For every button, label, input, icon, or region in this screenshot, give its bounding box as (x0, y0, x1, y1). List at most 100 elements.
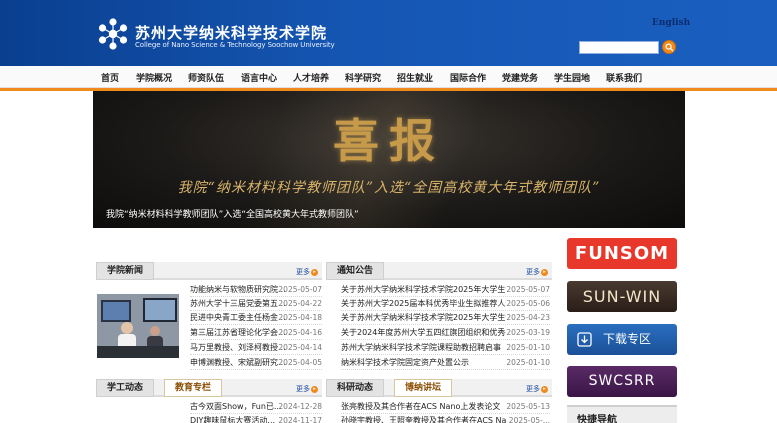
student-work-item-date: 2024-11-17 (278, 416, 322, 423)
news-more-label: 更多 (296, 268, 310, 276)
more-arrow-icon: ▸ (541, 268, 548, 276)
main-nav: 首页 学院概况 师资队伍 语言中心 人才培养 科学研究 招生就业 国际合作 党建… (0, 66, 777, 88)
notice-item[interactable]: 纳米科学技术学院固定资产处置公示 2025-01-10 (341, 356, 550, 370)
site-name-en: College of Nano Science & Technology Soo… (135, 41, 335, 49)
tab-research-news[interactable]: 科研动态 (326, 379, 385, 397)
student-work-item[interactable]: DIY趣味鼠标大赛活动... 2024-11-17 (190, 414, 322, 423)
funsom-link[interactable]: FUNSOM (567, 238, 677, 269)
tab-bona-forum[interactable]: 博纳讲坛 (394, 379, 453, 397)
student-work-item-title: 古今双面Show，Fun已... (190, 402, 282, 411)
download-zone-label: 下载专区 (602, 332, 651, 346)
nav-item-international[interactable]: 国际合作 (450, 71, 486, 84)
nav-item-education[interactable]: 人才培养 (293, 71, 329, 84)
notices-more-link[interactable]: 更多 ▸ (526, 267, 548, 277)
nav-item-faculty[interactable]: 师资队伍 (188, 71, 224, 84)
news-item[interactable]: 第三届江苏省理论化学会... 2025-04-16 (190, 326, 322, 340)
notice-item[interactable]: 关于苏州大学2025届本科优秀毕业生拟推荐人选... 2025-05-06 (341, 297, 550, 311)
news-item-date: 2025-04-16 (278, 328, 322, 337)
notice-item-date: 2025-01-10 (506, 343, 550, 352)
notice-item-date: 2025-04-23 (506, 313, 550, 322)
news-item-date: 2025-04-18 (278, 313, 322, 322)
quick-nav-header: 快捷导航 (567, 405, 677, 423)
news-item-date: 2025-04-22 (278, 299, 322, 308)
sun-win-link[interactable]: SUN-WIN (567, 281, 677, 312)
nav-item-research[interactable]: 科学研究 (345, 71, 381, 84)
research-more-link[interactable]: 更多 ▸ (526, 384, 548, 394)
college-logo-icon[interactable] (96, 17, 130, 51)
notice-item-title: 关于苏州大学2025届本科优秀毕业生拟推荐人选... (341, 299, 506, 308)
notice-item[interactable]: 苏州大学纳米科学技术学院课程助教招聘启事（... 2025-01-10 (341, 341, 550, 355)
notice-item-title: 纳米科学技术学院固定资产处置公示 (341, 358, 469, 367)
research-item[interactable]: 孙晓宇教授、王照奎教授及其合作者在ACS Nano上...2025-05-... (341, 414, 550, 423)
notice-item-title: 关于苏州大学纳米科学技术学院2025年大学生创新训练计... (341, 313, 506, 322)
news-more-link[interactable]: 更多 ▸ (296, 267, 318, 277)
news-item-date: 2025-04-05 (278, 358, 322, 367)
banner-headline: 喜报 (333, 114, 445, 168)
student-work-item-title: DIY趣味鼠标大赛活动... (190, 416, 276, 423)
search-input[interactable] (579, 41, 659, 54)
english-link[interactable]: English (652, 18, 690, 28)
nav-item-language-center[interactable]: 语言中心 (241, 71, 277, 84)
swcsrr-label: SWCSRR (588, 373, 656, 389)
news-section-header: 学院新闻 更多 ▸ (96, 262, 322, 280)
swcsrr-link[interactable]: SWCSRR (567, 366, 677, 397)
notice-item-title: 苏州大学纳米科学技术学院课程助教招聘启事（... (341, 343, 506, 352)
news-item-title: 第三届江苏省理论化学会... (190, 328, 286, 337)
tab-education-column[interactable]: 教育专栏 (164, 379, 223, 397)
news-item[interactable]: 马万里教授、刘泽柯教授... 2025-04-14 (190, 341, 322, 355)
news-item-title: 苏州大学十三届党委第五... (190, 299, 286, 308)
research-item[interactable]: 张亮教授及其合作者在ACS Nano上发表论文 2025-05-13 (341, 400, 550, 414)
notices-section-header: 通知公告 更多 ▸ (326, 262, 552, 280)
notice-item[interactable]: 关于2024年度苏州大学五四红旗团组织和优秀共... 2025-03-19 (341, 326, 550, 340)
more-arrow-icon: ▸ (311, 385, 318, 393)
download-zone-link[interactable]: 下载专区 (567, 324, 677, 355)
notice-item-date: 2025-03-19 (506, 328, 550, 337)
nav-item-home[interactable]: 首页 (101, 71, 119, 84)
notice-item-date: 2025-05-07 (506, 285, 550, 294)
hero-banner[interactable]: 喜报 我院“纳米材料科学教师团队”入选“全国高校黄大年式教师团队” 我院“纳米材… (93, 91, 685, 228)
sun-win-label: SUN-WIN (582, 287, 662, 306)
news-item-title: 马万里教授、刘泽柯教授... (190, 343, 286, 352)
site-header: 苏州大学纳米科学技术学院 College of Nano Science & T… (0, 0, 777, 66)
news-item[interactable]: 申博渊教授、宋斌副研究... 2025-04-05 (190, 356, 322, 370)
news-photo[interactable] (97, 294, 179, 358)
notice-item[interactable]: 关于苏州大学纳米科学技术学院2025年大学生创新训练计...2025-04-23 (341, 311, 550, 325)
research-item-title: 孙晓宇教授、王照奎教授及其合作者在ACS Nano上... (341, 416, 506, 423)
nav-item-party[interactable]: 党建党务 (502, 71, 538, 84)
news-item-title: 功能纳米与软物质研究院... (190, 285, 286, 294)
news-item[interactable]: 苏州大学十三届党委第五... 2025-04-22 (190, 297, 322, 311)
research-item-title: 张亮教授及其合作者在ACS Nano上发表论文 (341, 402, 501, 411)
banner-caption[interactable]: 我院“纳米材料科学教师团队”入选“全国高校黄大年式教师团队” (106, 207, 359, 220)
funsom-label: FUNSOM (574, 243, 670, 264)
notices-more-label: 更多 (526, 268, 540, 276)
notices-tab[interactable]: 通知公告 (326, 262, 385, 280)
student-work-item[interactable]: 古今双面Show，Fun已... 2024-12-28 (190, 400, 322, 414)
search-button[interactable] (662, 40, 676, 54)
nav-item-overview[interactable]: 学院概况 (136, 71, 172, 84)
news-item-title: 申博渊教授、宋斌副研究... (190, 358, 286, 367)
tab-student-work[interactable]: 学工动态 (96, 379, 155, 397)
notice-item-date: 2025-01-10 (506, 358, 550, 367)
notice-item[interactable]: 关于苏州大学纳米科学技术学院2025年大学生创新训练计...2025-05-07 (341, 283, 550, 297)
student-work-more-link[interactable]: 更多 ▸ (296, 384, 318, 394)
news-item-date: 2025-05-07 (278, 285, 322, 294)
quick-nav-title: 快捷导航 (577, 415, 617, 423)
news-item[interactable]: 民进中央青工委主任杨金... 2025-04-18 (190, 311, 322, 325)
nav-item-contact[interactable]: 联系我们 (606, 71, 642, 84)
search-icon (665, 43, 674, 52)
site-name-cn[interactable]: 苏州大学纳米科学技术学院 (135, 22, 327, 43)
more-arrow-icon: ▸ (311, 268, 318, 276)
nav-item-students[interactable]: 学生园地 (554, 71, 590, 84)
banner-subline: 我院“纳米材料科学教师团队”入选“全国高校黄大年式教师团队” (177, 180, 601, 196)
student-work-more-label: 更多 (296, 385, 310, 393)
news-item-date: 2025-04-14 (278, 343, 322, 352)
news-photo-image (97, 294, 179, 358)
notice-item-date: 2025-05-06 (506, 299, 550, 308)
research-item-date: 2025-05-13 (506, 402, 550, 411)
news-item[interactable]: 功能纳米与软物质研究院... 2025-05-07 (190, 283, 322, 297)
nav-item-admissions[interactable]: 招生就业 (397, 71, 433, 84)
notice-item-title: 关于2024年度苏州大学五四红旗团组织和优秀共... (341, 328, 506, 337)
news-item-title: 民进中央青工委主任杨金... (190, 313, 286, 322)
news-tab[interactable]: 学院新闻 (96, 262, 155, 280)
research-section-header: 科研动态 博纳讲坛 更多 ▸ (326, 379, 552, 397)
